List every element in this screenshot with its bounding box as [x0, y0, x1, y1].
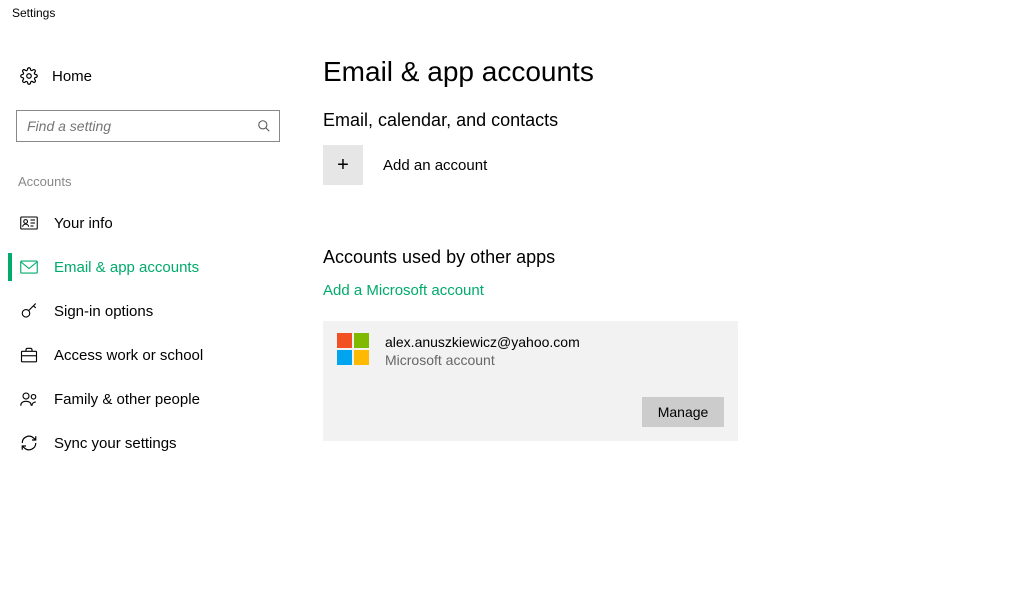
nav-label: Email & app accounts: [54, 259, 199, 276]
plus-icon: +: [323, 145, 363, 185]
search-box[interactable]: [16, 110, 280, 142]
page-title: Email & app accounts: [323, 56, 984, 88]
search-icon: [257, 119, 271, 133]
sidebar-section-header: Accounts: [12, 174, 295, 201]
sidebar-item-signin-options[interactable]: Sign-in options: [12, 289, 295, 333]
sidebar-item-your-info[interactable]: Your info: [12, 201, 295, 245]
sidebar: Home Accounts: [0, 56, 295, 465]
mail-icon: [20, 258, 38, 276]
manage-button[interactable]: Manage: [642, 397, 724, 427]
add-account-button[interactable]: + Add an account: [323, 145, 984, 185]
sync-icon: [20, 434, 38, 452]
sidebar-item-sync-settings[interactable]: Sync your settings: [12, 421, 295, 465]
nav-label: Sign-in options: [54, 303, 153, 320]
sidebar-item-access-work-school[interactable]: Access work or school: [12, 333, 295, 377]
window-title: Settings: [0, 0, 1024, 20]
key-icon: [20, 302, 38, 320]
nav-label: Your info: [54, 215, 113, 232]
search-input[interactable]: [25, 117, 245, 135]
microsoft-logo-icon: [337, 333, 369, 365]
briefcase-icon: [20, 346, 38, 364]
section-other-apps: Accounts used by other apps: [323, 247, 984, 268]
sidebar-item-email-app-accounts[interactable]: Email & app accounts: [12, 245, 295, 289]
account-email: alex.anuszkiewicz@yahoo.com: [385, 333, 580, 351]
nav-label: Family & other people: [54, 391, 200, 408]
people-icon: [20, 390, 38, 408]
nav-label: Access work or school: [54, 347, 203, 364]
home-button[interactable]: Home: [12, 56, 295, 96]
sidebar-item-family-people[interactable]: Family & other people: [12, 377, 295, 421]
add-account-label: Add an account: [383, 157, 487, 174]
account-card[interactable]: alex.anuszkiewicz@yahoo.com Microsoft ac…: [323, 321, 738, 441]
nav-label: Sync your settings: [54, 435, 177, 452]
home-label: Home: [52, 68, 92, 85]
section-email-calendar-contacts: Email, calendar, and contacts: [323, 110, 984, 131]
contact-card-icon: [20, 214, 38, 232]
gear-icon: [20, 67, 38, 85]
add-microsoft-account-link[interactable]: Add a Microsoft account: [323, 282, 484, 299]
main-content: Email & app accounts Email, calendar, an…: [295, 56, 1024, 465]
account-type: Microsoft account: [385, 351, 580, 369]
